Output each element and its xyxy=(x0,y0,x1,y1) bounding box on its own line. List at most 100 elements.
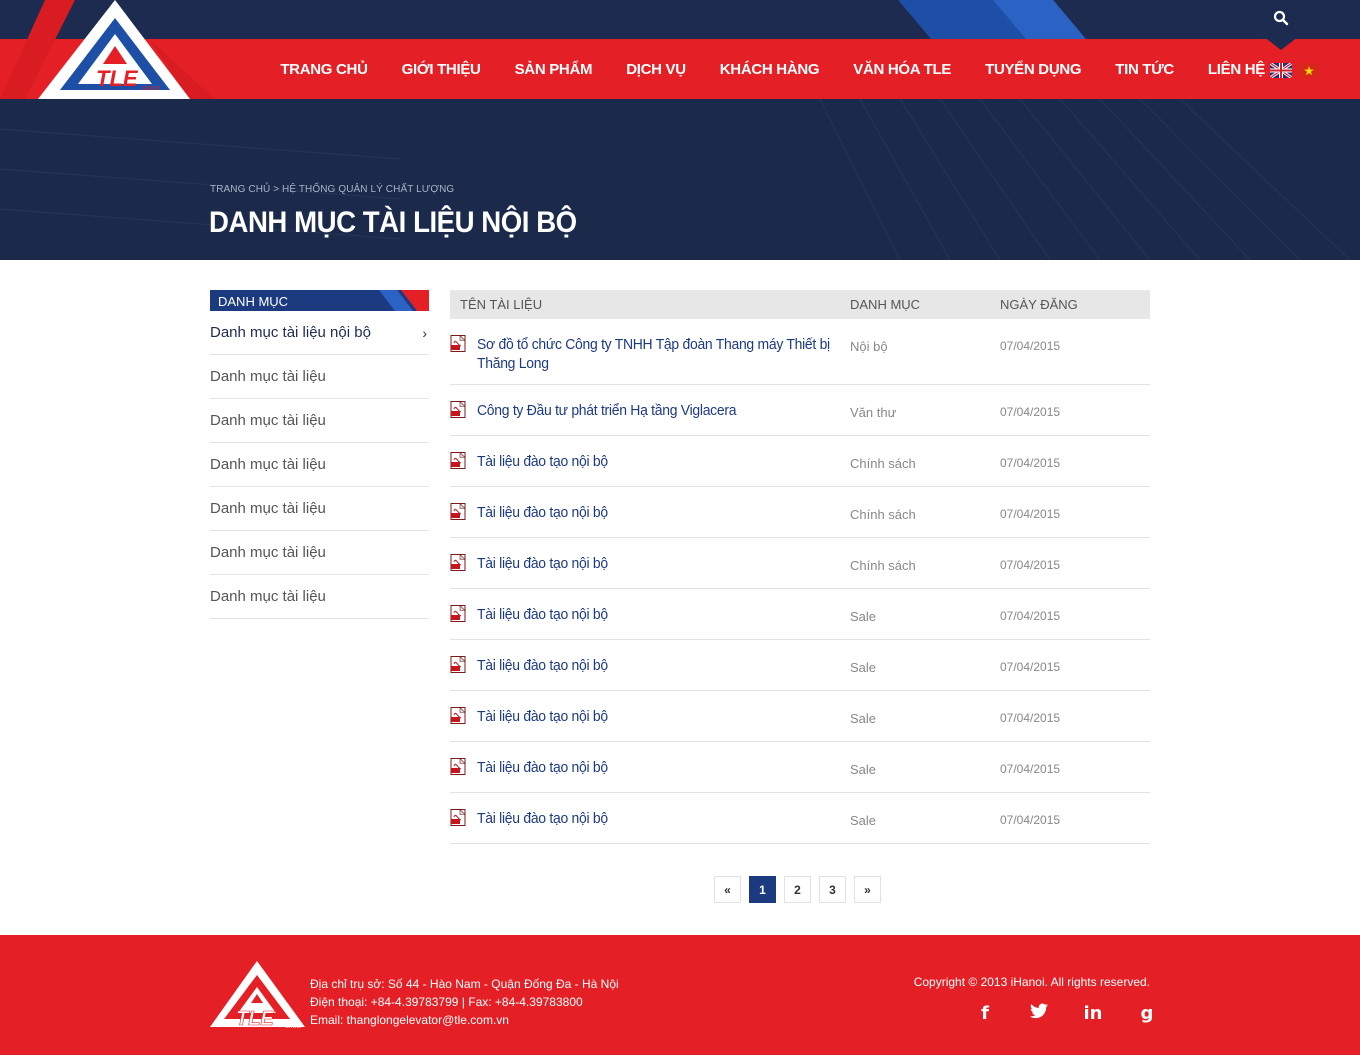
table-row: Tài liệu đào tạo nội bộ Chính sách 07/04/2… xyxy=(450,538,1150,589)
column-header-date[interactable]: NGÀY ĐĂNG xyxy=(1000,297,1150,312)
nav-khach-hang[interactable]: KHÁCH HÀNG xyxy=(720,61,820,78)
pdf-file-icon xyxy=(450,335,466,352)
document-link[interactable]: Tài liệu đào tạo nội bộ xyxy=(477,605,608,624)
footer-email[interactable]: Email: thanglongelevator@tle.com.vn xyxy=(310,1011,619,1029)
document-link[interactable]: Tài liệu đào tạo nội bộ xyxy=(477,452,608,471)
svg-text:TLE: TLE xyxy=(236,1008,274,1029)
facebook-icon[interactable]: f xyxy=(975,1003,995,1024)
document-date: 07/04/2015 xyxy=(1000,558,1061,572)
nav-dich-vu[interactable]: DỊCH VỤ xyxy=(626,61,686,78)
pdf-file-icon xyxy=(450,554,466,571)
document-date: 07/04/2015 xyxy=(1000,405,1061,419)
pdf-file-icon xyxy=(450,605,466,622)
google-plus-icon[interactable]: g xyxy=(1137,1003,1157,1024)
svg-text:GROUP: GROUP xyxy=(285,1024,304,1029)
language-switcher xyxy=(1270,63,1320,78)
breadcrumb[interactable]: TRANG CHỦ > HỆ THỐNG QUẢN LÝ CHẤT LƯỢNG xyxy=(210,184,454,195)
nav-lien-he[interactable]: LIÊN HỆ xyxy=(1208,61,1265,78)
document-date: 07/04/2015 xyxy=(1000,660,1061,674)
pagination: « 1 2 3 » xyxy=(714,876,881,903)
document-date: 07/04/2015 xyxy=(1000,339,1061,353)
table-row: Công ty Đầu tư phát triển Hạ tầng Viglac… xyxy=(450,385,1150,436)
nav-gioi-thieu[interactable]: GIỚI THIỆU xyxy=(402,61,481,78)
pagination-page[interactable]: 2 xyxy=(784,876,811,903)
document-date: 07/04/2015 xyxy=(1000,609,1061,623)
document-category: Chính sách xyxy=(850,558,916,573)
linkedin-icon[interactable]: in xyxy=(1083,1003,1103,1024)
document-category: Chính sách xyxy=(850,507,916,522)
main-nav: TRANG CHỦ GIỚI THIỆU SẢN PHẨM DỊCH VỤ KH… xyxy=(246,39,1265,99)
page-banner: TRANG CHỦ > HỆ THỐNG QUẢN LÝ CHẤT LƯỢNG … xyxy=(0,99,1360,260)
document-link[interactable]: Công ty Đầu tư phát triển Hạ tầng Viglac… xyxy=(477,401,736,420)
sidebar-item[interactable]: Danh mục tài liệu nội bộ › xyxy=(210,311,429,355)
en-flag-icon[interactable] xyxy=(1270,63,1292,78)
vn-flag-icon[interactable] xyxy=(1298,63,1320,78)
document-name-cell: Tài liệu đào tạo nội bộ xyxy=(450,487,840,537)
sidebar-item[interactable]: Danh mục tài liệu xyxy=(210,531,429,575)
document-date: 07/04/2015 xyxy=(1000,507,1061,521)
pdf-file-icon xyxy=(450,707,466,724)
footer-copyright: Copyright © 2013 iHanoi. All rights rese… xyxy=(913,975,1150,989)
document-link[interactable]: Tài liệu đào tạo nội bộ xyxy=(477,656,608,675)
footer-address: Địa chỉ trụ sở: Số 44 - Hào Nam - Quận Đ… xyxy=(310,977,619,991)
document-category: Chính sách xyxy=(850,456,916,471)
nav-san-pham[interactable]: SẢN PHẨM xyxy=(515,61,593,78)
document-link[interactable]: Tài liệu đào tạo nội bộ xyxy=(477,758,608,777)
document-name-cell: Tài liệu đào tạo nội bộ xyxy=(450,691,840,741)
document-category: Sale xyxy=(850,813,877,828)
document-link[interactable]: Tài liệu đào tạo nội bộ xyxy=(477,707,608,726)
document-link[interactable]: Tài liệu đào tạo nội bộ xyxy=(477,554,608,573)
document-name-cell: Tài liệu đào tạo nội bộ xyxy=(450,640,840,690)
table-row: Tài liệu đào tạo nội bộ Sale 07/04/2015 xyxy=(450,691,1150,742)
svg-text:TLE: TLE xyxy=(96,66,139,91)
twitter-icon[interactable] xyxy=(1029,1003,1049,1024)
document-link[interactable]: Tài liệu đào tạo nội bộ xyxy=(477,503,608,522)
document-name-cell: Tài liệu đào tạo nội bộ xyxy=(450,436,840,486)
search-button[interactable] xyxy=(1242,0,1320,50)
pdf-file-icon xyxy=(450,503,466,520)
column-header-category[interactable]: DANH MỤC xyxy=(840,297,1000,312)
table-row: Sơ đồ tổ chức Công ty TNHH Tập đoàn Than… xyxy=(450,319,1150,385)
nav-trang-chu[interactable]: TRANG CHỦ xyxy=(280,61,368,78)
footer-logo[interactable]: TLE GROUP xyxy=(210,961,305,1034)
sidebar-item[interactable]: Danh mục tài liệu xyxy=(210,399,429,443)
pagination-next[interactable]: » xyxy=(854,876,881,903)
sidebar-item[interactable]: Danh mục tài liệu xyxy=(210,487,429,531)
document-category: Nội bộ xyxy=(850,339,888,354)
nav-tin-tuc[interactable]: TIN TỨC xyxy=(1115,61,1174,78)
document-name-cell: Tài liệu đào tạo nội bộ xyxy=(450,538,840,588)
table-row: Tài liệu đào tạo nội bộ Sale 07/04/2015 xyxy=(450,589,1150,640)
footer-phone: Điện thoại: +84-4.39783799 | Fax: +84-4.… xyxy=(310,995,583,1009)
pagination-prev[interactable]: « xyxy=(714,876,741,903)
nav-tuyen-dung[interactable]: TUYỂN DỤNG xyxy=(985,61,1081,78)
pdf-file-icon xyxy=(450,452,466,469)
nav-van-hoa[interactable]: VĂN HÓA TLE xyxy=(853,61,951,78)
table-row: Tài liệu đào tạo nội bộ Sale 07/04/2015 xyxy=(450,793,1150,844)
document-name-cell: Công ty Đầu tư phát triển Hạ tầng Viglac… xyxy=(450,385,840,435)
document-date: 07/04/2015 xyxy=(1000,813,1061,827)
document-date: 07/04/2015 xyxy=(1000,762,1061,776)
document-date: 07/04/2015 xyxy=(1000,711,1061,725)
column-header-name[interactable]: TÊN TÀI LIỆU xyxy=(450,297,840,312)
document-date: 07/04/2015 xyxy=(1000,456,1061,470)
table-row: Tài liệu đào tạo nội bộ Sale 07/04/2015 xyxy=(450,640,1150,691)
chevron-right-icon: › xyxy=(422,324,427,341)
page-title: DANH MỤC TÀI LIỆU NỘI BỘ xyxy=(209,206,577,239)
sidebar-item[interactable]: Danh mục tài liệu xyxy=(210,443,429,487)
pdf-file-icon xyxy=(450,809,466,826)
document-name-cell: Sơ đồ tổ chức Công ty TNHH Tập đoàn Than… xyxy=(450,319,840,384)
logo[interactable]: TLE GROUP xyxy=(0,0,215,99)
document-link[interactable]: Tài liệu đào tạo nội bộ xyxy=(477,809,608,828)
document-link[interactable]: Sơ đồ tổ chức Công ty TNHH Tập đoàn Than… xyxy=(477,335,830,373)
document-category: Sale xyxy=(850,660,877,675)
pagination-page[interactable]: 3 xyxy=(819,876,846,903)
sidebar-item[interactable]: Danh mục tài liệu xyxy=(210,355,429,399)
svg-text:GROUP: GROUP xyxy=(142,86,161,92)
table-row: Tài liệu đào tạo nội bộ Sale 07/04/2015 xyxy=(450,742,1150,793)
pdf-file-icon xyxy=(450,758,466,775)
pdf-file-icon xyxy=(450,401,466,418)
table-header: TÊN TÀI LIỆU DANH MỤC NGÀY ĐĂNG xyxy=(450,290,1150,319)
sidebar-item[interactable]: Danh mục tài liệu xyxy=(210,575,429,619)
document-table: TÊN TÀI LIỆU DANH MỤC NGÀY ĐĂNG Sơ đồ tổ… xyxy=(450,290,1150,844)
pagination-page[interactable]: 1 xyxy=(749,876,776,903)
